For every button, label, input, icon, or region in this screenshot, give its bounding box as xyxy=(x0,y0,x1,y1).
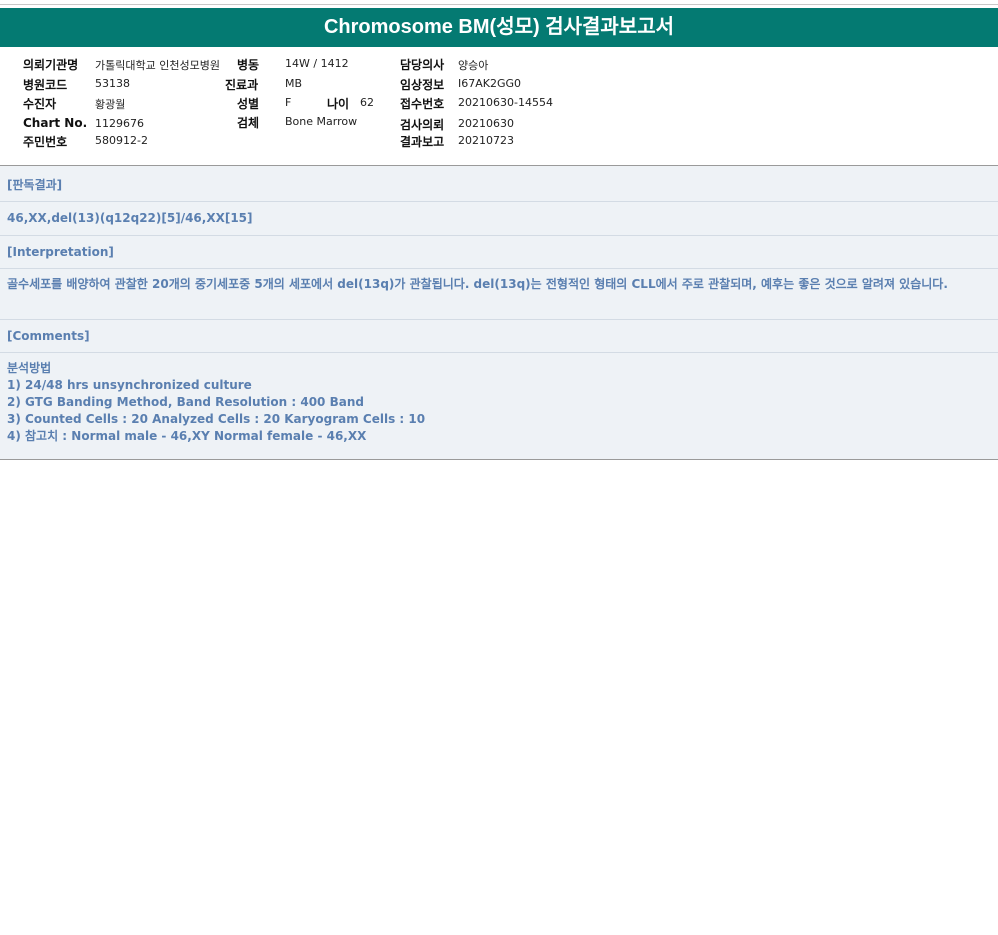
interpretation-heading-row: [Interpretation] xyxy=(0,236,998,269)
result-heading: [판독결과] xyxy=(7,178,63,192)
ward-label: 병동 xyxy=(237,58,260,72)
interpretation-text-row: 골수세포를 배양하여 관찰한 20개의 중기세포중 5개의 세포에서 del(1… xyxy=(0,269,998,320)
ward-value: 14W / 1412 xyxy=(285,57,349,70)
department-value: MB xyxy=(285,77,303,90)
request-date-label: 검사의뢰 xyxy=(400,118,445,132)
hospital-code-value: 53138 xyxy=(95,77,130,90)
analysis-method-heading: 분석방법 xyxy=(7,361,52,375)
comments-body-row: 분석방법 1) 24/48 hrs unsynchronized culture… xyxy=(0,353,998,459)
results-panel: [판독결과] 46,XX,del(13)(q12q22)[5]/46,XX[15… xyxy=(0,165,998,460)
resident-number-label: 주민번호 xyxy=(23,135,68,149)
sex-label: 성별 xyxy=(237,97,260,111)
institution-value: 가톨릭대학교 인천성모병원 xyxy=(95,59,220,72)
hospital-code-label: 병원코드 xyxy=(23,78,68,92)
institution-label: 의뢰기관명 xyxy=(23,58,79,72)
interpretation-heading: [Interpretation] xyxy=(7,245,114,259)
physician-label: 담당의사 xyxy=(400,58,445,72)
result-heading-row: [판독결과] xyxy=(0,166,998,202)
accession-number-value: 20210630-14554 xyxy=(458,96,553,109)
top-divider xyxy=(0,4,998,5)
department-label: 진료과 xyxy=(225,78,259,92)
comment-line-4: 4) 참고치 : Normal male - 46,XY Normal fema… xyxy=(7,429,367,443)
comment-line-3: 3) Counted Cells : 20 Analyzed Cells : 2… xyxy=(7,412,426,426)
interpretation-text: 골수세포를 배양하여 관찰한 20개의 중기세포중 5개의 세포에서 del(1… xyxy=(7,277,948,291)
age-label: 나이 xyxy=(327,97,350,111)
patient-name-label: 수진자 xyxy=(23,97,57,111)
comments-heading: [Comments] xyxy=(7,329,90,343)
report-date-value: 20210723 xyxy=(458,134,514,147)
clinical-info-value: I67AK2GG0 xyxy=(458,77,522,90)
sex-value: F xyxy=(285,96,292,109)
age-value: 62 xyxy=(360,96,374,109)
clinical-info-label: 임상정보 xyxy=(400,78,445,92)
specimen-value: Bone Marrow xyxy=(285,115,358,128)
patient-name-value: 황광월 xyxy=(95,98,126,111)
comments-heading-row: [Comments] xyxy=(0,320,998,353)
comment-line-2: 2) GTG Banding Method, Band Resolution :… xyxy=(7,395,364,409)
comment-line-1: 1) 24/48 hrs unsynchronized culture xyxy=(7,378,252,392)
resident-number-value: 580912-2 xyxy=(95,134,148,147)
report-date-label: 결과보고 xyxy=(400,135,445,149)
accession-number-label: 접수번호 xyxy=(400,97,445,111)
chart-no-label: Chart No. xyxy=(23,116,88,130)
result-value-row: 46,XX,del(13)(q12q22)[5]/46,XX[15] xyxy=(0,202,998,236)
physician-value: 양승아 xyxy=(458,59,489,72)
comments-body: 분석방법 1) 24/48 hrs unsynchronized culture… xyxy=(7,360,992,445)
karyotype-result: 46,XX,del(13)(q12q22)[5]/46,XX[15] xyxy=(7,211,253,225)
patient-info-block: 의뢰기관명 가톨릭대학교 인천성모병원 병원코드 53138 수진자 황광월 C… xyxy=(0,47,998,164)
report-page: Chromosome BM(성모) 검사결과보고서 의뢰기관명 가톨릭대학교 인… xyxy=(0,0,998,935)
chart-no-value: 1129676 xyxy=(95,117,144,130)
request-date-value: 20210630 xyxy=(458,117,514,130)
specimen-label: 검체 xyxy=(237,116,260,130)
report-title: Chromosome BM(성모) 검사결과보고서 xyxy=(0,8,998,47)
